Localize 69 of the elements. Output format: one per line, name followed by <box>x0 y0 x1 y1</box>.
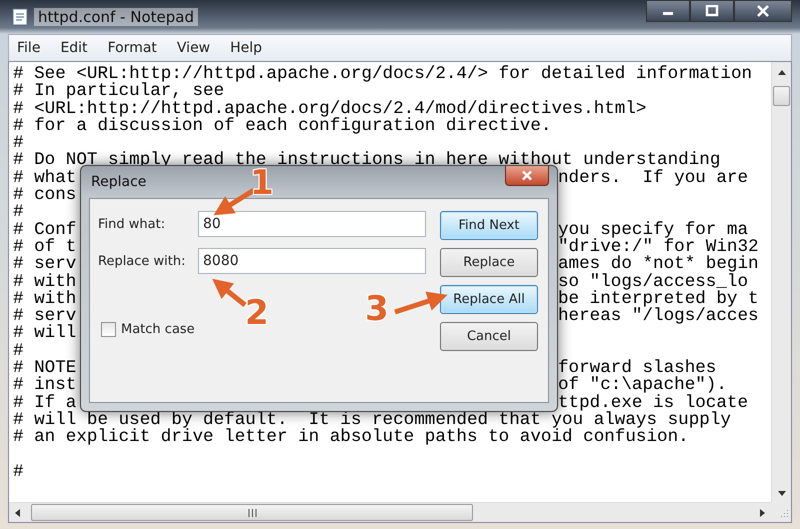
dialog-button[interactable]: Find Next <box>440 211 538 240</box>
text-line: # will <box>13 325 76 343</box>
text-line: # of t <box>13 238 76 256</box>
text-line: forward slashes <box>558 360 716 378</box>
text-line: so "logs/access_lo <box>558 274 748 291</box>
text-line: of "c:\apache"). <box>558 377 727 395</box>
text-line: # cons <box>13 187 76 204</box>
notepad-icon <box>12 8 28 26</box>
text-line: # See <URL:http://httpd.apache.org/docs/2.4/> for detailed information <box>13 66 752 84</box>
menu-item[interactable]: View <box>168 40 218 56</box>
text-line: # NOTE <box>13 360 76 378</box>
close-icon <box>756 5 770 17</box>
scroll-right-icon[interactable] <box>759 508 767 518</box>
scroll-left-icon[interactable] <box>13 508 21 518</box>
text-line: # In particular, see <box>13 83 224 101</box>
dialog-button[interactable]: Replace <box>440 248 538 277</box>
input-field[interactable]: 80 <box>198 211 426 237</box>
text-line: # inst <box>13 377 76 395</box>
grip-icon <box>248 508 256 516</box>
dialog-button[interactable]: Replace All <box>440 285 538 314</box>
scrollbar-thumb[interactable] <box>773 86 790 106</box>
field-label: Find what: <box>98 216 166 232</box>
text-line: # what <box>13 170 76 188</box>
minimize-button[interactable] <box>646 0 690 22</box>
text-line: hereas "/logs/acces <box>558 308 759 326</box>
text-line: nders. If you are <box>558 170 748 188</box>
callout-arrow <box>212 278 247 307</box>
text-line: "drive:/" for Win32 <box>558 238 759 256</box>
text-line: be interpreted by t <box>558 290 759 308</box>
field-label: Replace with: <box>98 254 187 268</box>
text-line: # <box>13 464 24 482</box>
step-number: 2 <box>245 296 269 330</box>
menu-item[interactable]: Help <box>222 40 270 56</box>
scroll-down-icon[interactable] <box>776 490 786 498</box>
menu-item[interactable]: File <box>9 40 48 56</box>
scroll-up-icon[interactable] <box>776 68 786 76</box>
close-button[interactable] <box>734 0 792 22</box>
text-line: # for a discussion of each configuration directive. <box>13 118 552 136</box>
text-line: # <box>13 135 24 152</box>
maximize-icon <box>705 5 719 17</box>
text-line: # serv <box>13 308 76 326</box>
scrollbar-thumb[interactable] <box>31 504 473 521</box>
callout-arrow <box>394 292 448 314</box>
text-line: # serv <box>13 256 76 274</box>
window-title: httpd.conf - Notepad <box>34 8 198 26</box>
text-line: # <URL:http://httpd.apache.org/docs/2.4/mod/directives.html> <box>13 100 646 118</box>
text-line: ames do *not* begin <box>558 256 759 274</box>
menu-item[interactable]: Edit <box>52 40 96 56</box>
input-field[interactable]: 8080 <box>198 248 426 274</box>
text-line: # If a <box>13 394 76 412</box>
text-line: # will be used by default. It is recommended that you always supply <box>13 412 731 430</box>
text-line: # an explicit drive letter in absolute paths to avoid confusion. <box>13 429 689 447</box>
text-line: you specify for ma <box>558 222 748 239</box>
checkbox-label: Match case <box>121 322 195 337</box>
text-line: ttpd.exe is locate <box>558 394 748 412</box>
callout-arrow <box>214 188 256 216</box>
close-icon <box>521 170 533 181</box>
text-line: # <box>13 204 24 222</box>
menu-item[interactable]: Format <box>100 40 165 56</box>
close-button[interactable] <box>505 166 549 186</box>
text-line: # Conf <box>13 222 76 239</box>
maximize-button[interactable] <box>690 0 734 22</box>
step-number: 3 <box>365 292 389 326</box>
text-line: # with <box>13 290 76 308</box>
checkbox[interactable] <box>101 322 116 337</box>
text-line: # <box>13 342 24 360</box>
dialog-title: Replace <box>91 174 146 190</box>
dialog-button[interactable]: Cancel <box>440 322 538 351</box>
text-line: # with <box>13 274 76 291</box>
